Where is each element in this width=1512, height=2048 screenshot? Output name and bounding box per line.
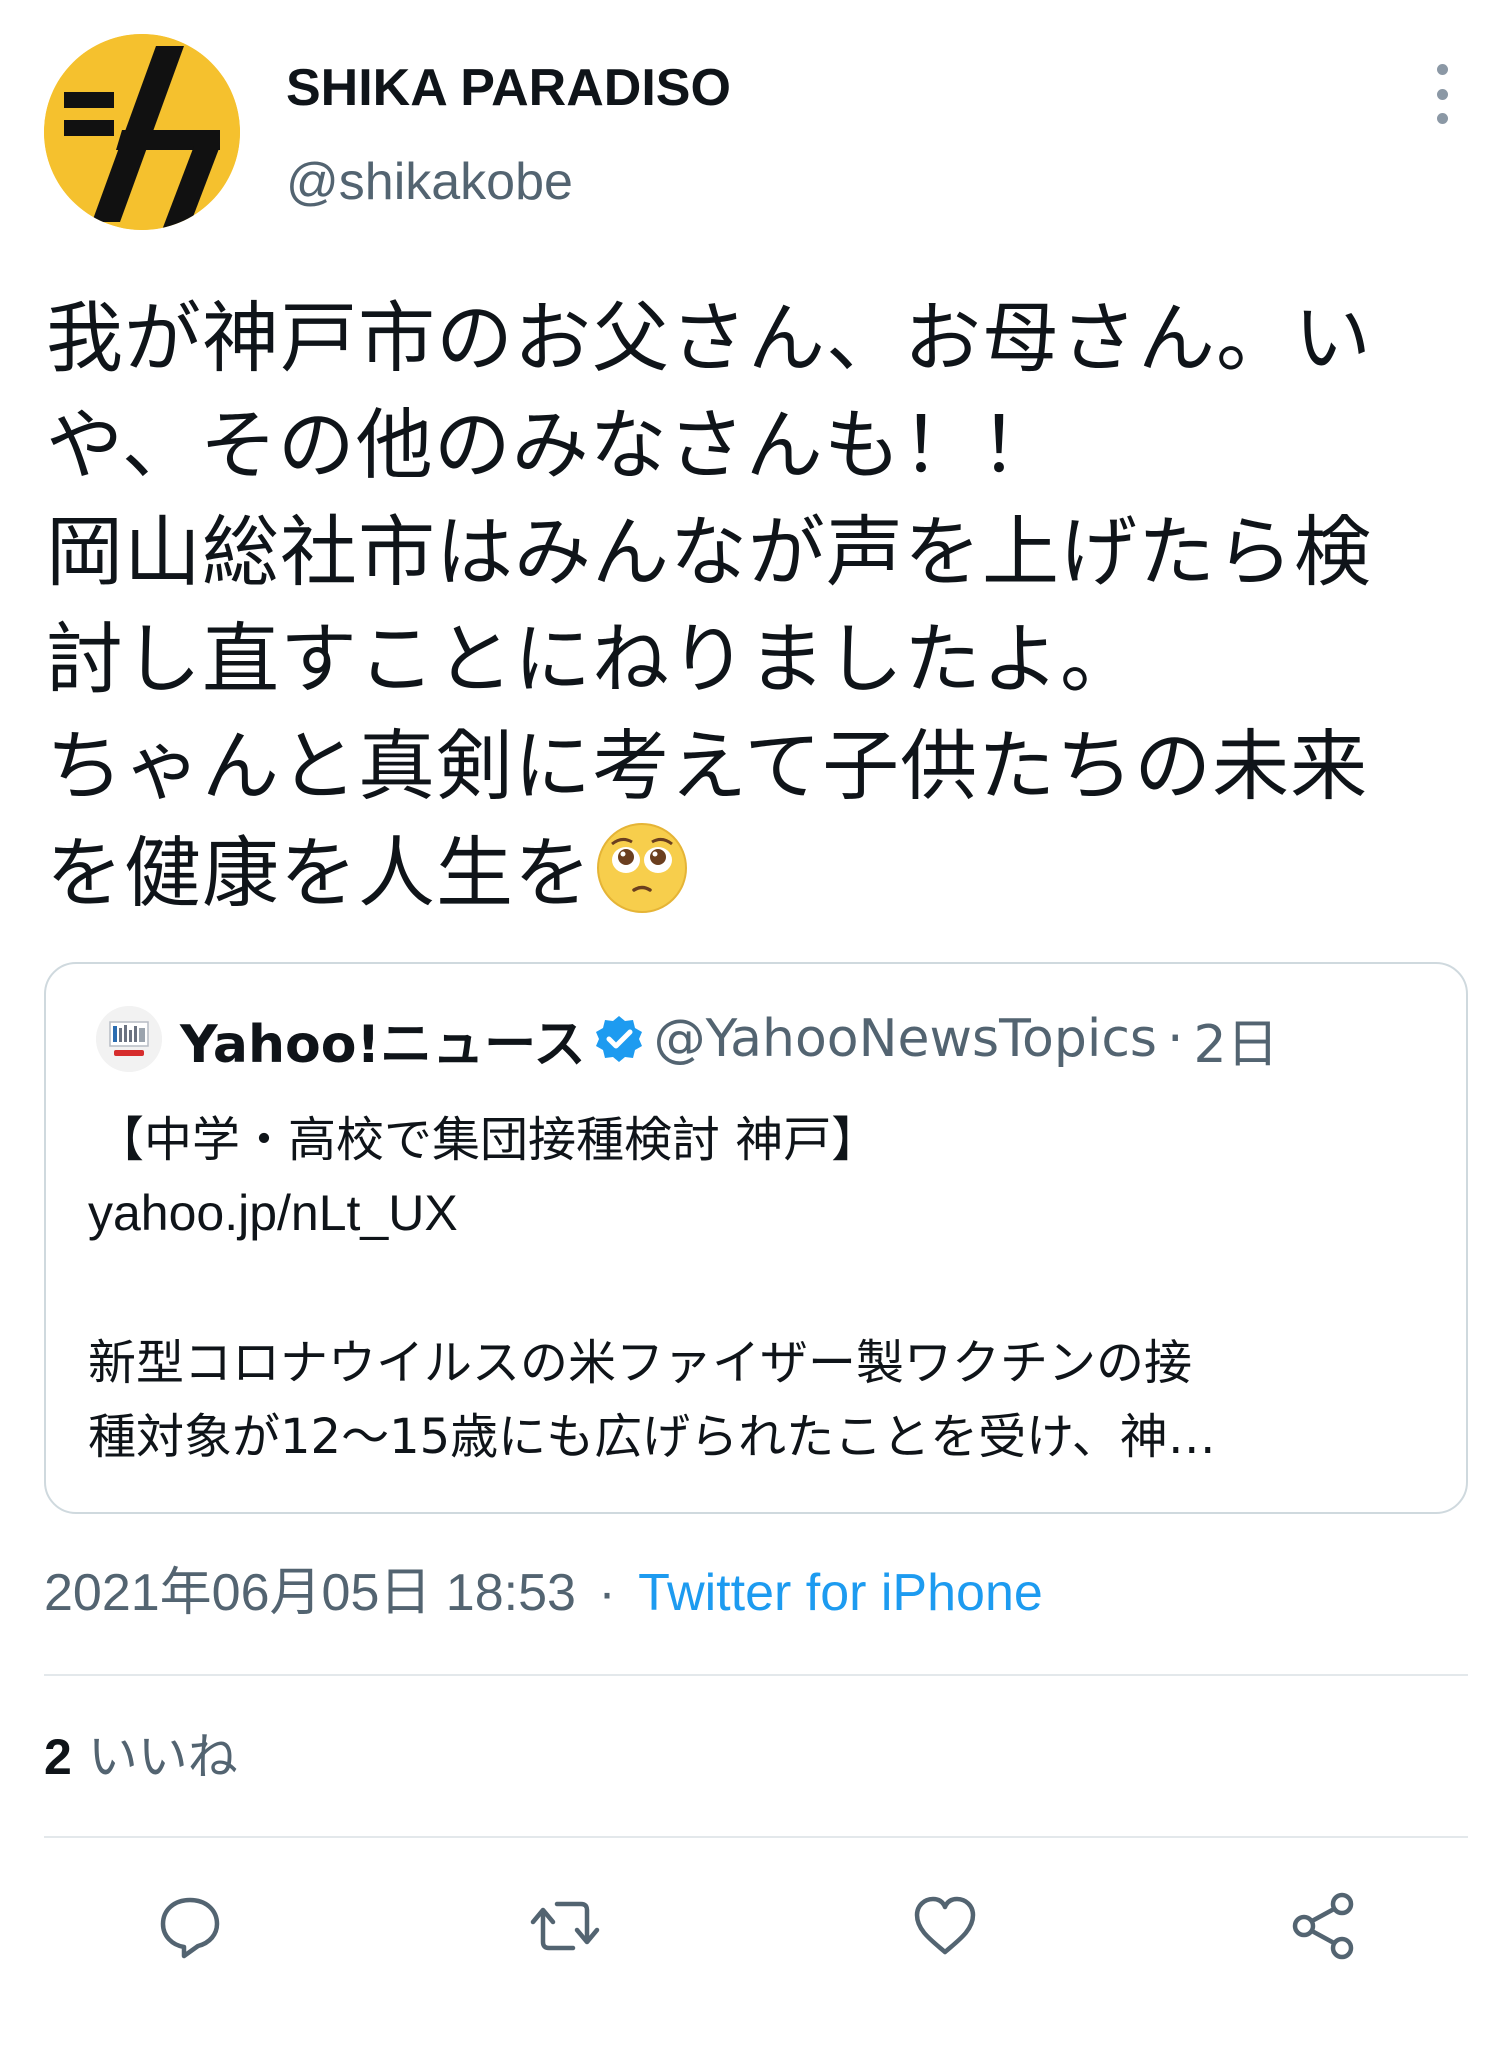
tweet-line: 我が神戸市のお父さん、お母さん。い xyxy=(46,295,1372,384)
quote-body-line: 種対象が12～15歳にも広げられたことを受け、神… xyxy=(88,1409,1216,1465)
tweet-line: や、その他のみなさんも！！ xyxy=(46,402,1058,491)
quote-header: Yahoo!ニュース @YahooNewsTopics · 2日 xyxy=(180,1002,1279,1077)
author-handle[interactable]: @shikakobe xyxy=(286,148,573,216)
author-avatar[interactable] xyxy=(44,34,240,230)
tweet-line: を健康を人生を xyxy=(46,830,592,919)
retweet-icon xyxy=(530,1901,600,1951)
quote-headline: 【中学・高校で集団接種検討 神戸】 xyxy=(96,1112,880,1168)
more-dot-icon xyxy=(1436,113,1448,124)
share-button[interactable] xyxy=(1282,1884,1366,1968)
tweet-line: ちゃんと真剣に考えて子供たちの未来 xyxy=(46,723,1369,812)
likes-label: いいね xyxy=(87,1728,238,1786)
quote-body-line: 新型コロナウイルスの米ファイザー製ワクチンの接 xyxy=(88,1335,1193,1391)
likes-count: 2 xyxy=(44,1729,72,1785)
quote-display-name[interactable]: Yahoo!ニュース xyxy=(180,1002,586,1077)
heart-icon xyxy=(914,1896,976,1955)
quote-separator: · xyxy=(1167,1009,1184,1069)
reply-icon xyxy=(160,1897,220,1959)
verified-badge-icon xyxy=(595,1016,642,1062)
more-dot-icon xyxy=(1436,64,1448,75)
author-display-name[interactable]: SHIKA PARADISO xyxy=(286,54,731,122)
tweet-line: 討し直すことにねりましたよ。 xyxy=(46,616,1138,705)
divider xyxy=(44,1674,1468,1676)
like-button[interactable] xyxy=(903,1884,987,1968)
reply-button[interactable] xyxy=(148,1884,232,1968)
shika-logo-icon xyxy=(44,34,240,230)
likes-stat[interactable]: 2 いいね xyxy=(44,1724,238,1790)
share-icon xyxy=(1292,1892,1354,1960)
tweet-source-link[interactable]: Twitter for iPhone xyxy=(638,1564,1043,1622)
more-dot-icon xyxy=(1436,88,1448,100)
quote-handle[interactable]: @YahooNewsTopics xyxy=(654,1009,1157,1069)
quote-link[interactable]: yahoo.jp/nLt_UX xyxy=(88,1180,458,1246)
yahoo-news-logo-icon xyxy=(96,1006,162,1072)
quote-timestamp[interactable]: 2日 xyxy=(1194,1002,1279,1077)
divider xyxy=(44,1836,1468,1838)
tweet-timestamp[interactable]: 2021年06月05日 18:53 xyxy=(44,1564,576,1622)
quote-avatar[interactable] xyxy=(96,1006,162,1072)
tweet-text: 我が神戸市のお父さん、お母さん。い や、その他のみなさんも！！ 岡山総社市はみん… xyxy=(46,286,1478,928)
retweet-button[interactable] xyxy=(523,1884,607,1968)
quote-body: 新型コロナウイルスの米ファイザー製ワクチンの接 種対象が12～15歳にも広げられ… xyxy=(88,1326,1448,1474)
meta-separator: · xyxy=(598,1564,616,1622)
tweet-line: 岡山総社市はみんなが声を上げたら検 xyxy=(46,509,1372,598)
tweet-meta: 2021年06月05日 18:53 · Twitter for iPhone xyxy=(44,1560,1043,1626)
more-options-button[interactable] xyxy=(1420,64,1464,124)
pleading-face-emoji-icon xyxy=(597,823,687,913)
tweet-line-last: を健康を人生を xyxy=(46,821,1478,928)
